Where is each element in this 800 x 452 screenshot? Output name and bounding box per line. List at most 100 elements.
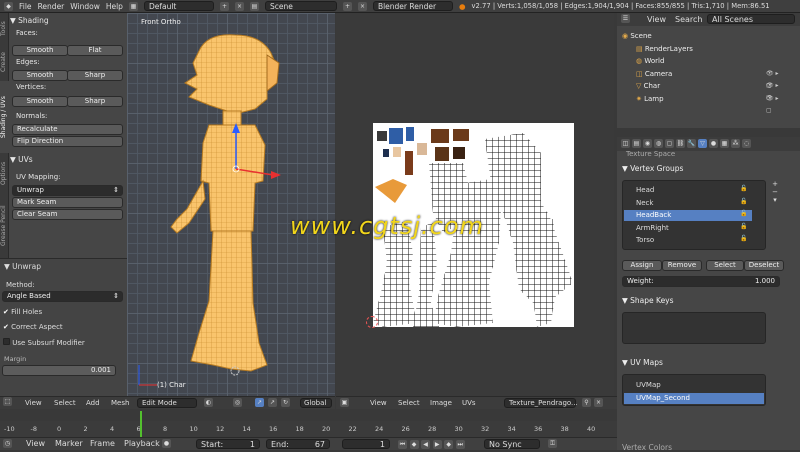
remove-icon[interactable]: − bbox=[770, 188, 780, 196]
scene-icon[interactable]: ▤ bbox=[249, 1, 259, 11]
character-mesh[interactable] bbox=[127, 13, 335, 396]
timeline-view-menu[interactable]: View bbox=[26, 439, 45, 448]
unwrap-menu-button[interactable]: Unwrap ⇕ bbox=[12, 185, 123, 196]
start-frame-field[interactable]: Start: 1 bbox=[196, 439, 260, 449]
remove-layout-icon[interactable]: × bbox=[234, 1, 244, 11]
physics-tab-icon[interactable]: ◌ bbox=[742, 139, 751, 148]
unwrap-operator-header[interactable]: ▼ Unwrap bbox=[4, 262, 41, 271]
data-tab-icon[interactable]: ▽ bbox=[698, 139, 707, 148]
pin-icon[interactable]: ⚲ bbox=[582, 398, 591, 407]
editor-type-icon[interactable]: ⬚ bbox=[3, 397, 12, 406]
tab-tools[interactable]: Tools bbox=[0, 15, 9, 43]
timeline-playback-menu[interactable]: Playback bbox=[124, 439, 160, 448]
x-axis-arrow-icon[interactable] bbox=[271, 171, 281, 179]
tab-grease-pencil[interactable]: Grease Pencil bbox=[0, 193, 9, 259]
render-tab-icon[interactable]: ◫ bbox=[621, 139, 630, 148]
select-button[interactable]: Select bbox=[706, 260, 744, 271]
shading-panel-header[interactable]: ▼ Shading bbox=[10, 16, 49, 25]
correct-aspect-checkbox[interactable]: ✔ Correct Aspect bbox=[3, 323, 63, 331]
add-scene-icon[interactable]: + bbox=[342, 1, 352, 11]
timeline-frame-menu[interactable]: Frame bbox=[90, 439, 115, 448]
edges-smooth-button[interactable]: Smooth bbox=[12, 70, 68, 81]
vertex-group-item[interactable]: Neck bbox=[624, 198, 752, 209]
menu-file[interactable]: File bbox=[19, 2, 32, 11]
screen-layout-select[interactable]: Default bbox=[143, 1, 214, 11]
faces-flat-button[interactable]: Flat bbox=[67, 45, 123, 56]
texture-space-label[interactable]: Texture Space bbox=[626, 150, 675, 158]
viewport-mesh-menu[interactable]: Mesh bbox=[111, 397, 129, 409]
rotate-icon[interactable]: ↻ bbox=[281, 398, 290, 407]
editor-type-icon[interactable]: ◷ bbox=[3, 439, 12, 448]
lock-icon[interactable]: 🔓 bbox=[740, 185, 747, 192]
shape-keys-header[interactable]: ▼ Shape Keys bbox=[622, 296, 674, 305]
edges-sharp-button[interactable]: Sharp bbox=[67, 70, 123, 81]
texture-tab-icon[interactable]: ▦ bbox=[720, 139, 729, 148]
menu-help[interactable]: Help bbox=[106, 2, 123, 11]
chevron-down-icon[interactable]: ▾ bbox=[770, 196, 780, 204]
editor-type-icon[interactable]: ▣ bbox=[340, 398, 349, 407]
uv-image-editor[interactable] bbox=[336, 13, 614, 396]
scene-select[interactable]: Scene bbox=[264, 1, 337, 11]
prev-keyframe-icon[interactable]: ◆ bbox=[409, 440, 419, 449]
material-tab-icon[interactable]: ● bbox=[709, 139, 718, 148]
uv-map-item[interactable]: UVMap bbox=[624, 380, 764, 391]
vertex-group-item[interactable]: Torso bbox=[624, 235, 752, 246]
scene-tab-icon[interactable]: ◉ bbox=[643, 139, 652, 148]
world-tab-icon[interactable]: ◍ bbox=[654, 139, 663, 148]
lock-icon[interactable]: 🔓 bbox=[740, 223, 747, 230]
faces-smooth-button[interactable]: Smooth bbox=[12, 45, 68, 56]
close-icon[interactable]: × bbox=[594, 398, 603, 407]
timeline-marker-menu[interactable]: Marker bbox=[55, 439, 83, 448]
recalculate-button[interactable]: Recalculate bbox=[12, 124, 123, 135]
shape-keys-list[interactable] bbox=[622, 312, 766, 344]
render-engine-select[interactable]: Blender Render bbox=[372, 1, 453, 11]
add-icon[interactable]: + bbox=[770, 180, 780, 188]
outliner-item-scene[interactable]: ◉ Scene bbox=[618, 30, 780, 42]
3d-viewport[interactable]: Front Ortho (1) Char bbox=[127, 13, 335, 396]
vertex-group-item[interactable]: ArmRight bbox=[624, 223, 752, 234]
method-select[interactable]: Angle Based ⇕ bbox=[2, 291, 123, 302]
manipulator-icon[interactable]: ↗ bbox=[255, 398, 264, 407]
jump-start-icon[interactable]: ⏮ bbox=[398, 440, 407, 449]
viewport-view-menu[interactable]: View bbox=[25, 397, 42, 409]
blender-icon[interactable]: ◆ bbox=[4, 1, 13, 11]
tab-create[interactable]: Create bbox=[0, 45, 9, 79]
constraints-tab-icon[interactable]: ⛓ bbox=[676, 139, 685, 148]
screen-layout-icon[interactable]: ▦ bbox=[128, 1, 138, 11]
remove-button[interactable]: Remove bbox=[662, 260, 702, 271]
timeline-ruler[interactable] bbox=[0, 421, 617, 437]
mark-seam-button[interactable]: Mark Seam bbox=[12, 197, 123, 208]
uv-uvs-menu[interactable]: UVs bbox=[462, 397, 476, 409]
clear-seam-button[interactable]: Clear Seam bbox=[12, 209, 123, 220]
margin-field[interactable]: 0.001 bbox=[2, 365, 116, 376]
uvs-panel-header[interactable]: ▼ UVs bbox=[10, 155, 33, 164]
pivot-icon[interactable]: ◎ bbox=[233, 398, 242, 407]
uv-map-item[interactable]: UVMap_Second bbox=[624, 392, 764, 404]
remove-scene-icon[interactable]: × bbox=[357, 1, 367, 11]
vertices-sharp-button[interactable]: Sharp bbox=[67, 96, 123, 107]
outliner-view-menu[interactable]: View bbox=[647, 15, 666, 24]
orientation-select[interactable]: Global bbox=[300, 398, 332, 408]
translate-icon[interactable]: ↗ bbox=[268, 398, 277, 407]
end-frame-field[interactable]: End: 67 bbox=[266, 439, 330, 449]
particles-tab-icon[interactable]: ⁂ bbox=[731, 139, 740, 148]
menu-window[interactable]: Window bbox=[70, 2, 100, 11]
lock-icon[interactable]: 🔓 bbox=[740, 198, 747, 205]
uv-view-menu[interactable]: View bbox=[370, 397, 387, 409]
lock-icon[interactable]: 🔓 bbox=[740, 235, 747, 242]
tab-options[interactable]: Options bbox=[0, 155, 9, 191]
menu-render[interactable]: Render bbox=[38, 2, 65, 11]
play-icon[interactable]: ▶ bbox=[432, 440, 442, 449]
editor-type-icon[interactable]: ☰ bbox=[621, 14, 630, 23]
use-subsurf-checkbox[interactable]: Use Subsurf Modifier bbox=[3, 338, 85, 347]
outliner-item-camera[interactable]: ◫ Camera 👁 ▸ ▢ bbox=[618, 68, 780, 89]
keying-icon[interactable]: ⚿ bbox=[548, 439, 557, 448]
outliner-item-lamp[interactable]: ✷ Lamp 👁 ▸ ▢ bbox=[618, 93, 780, 114]
jump-end-icon[interactable]: ⏭ bbox=[455, 440, 465, 449]
visibility-icon[interactable]: 👁 ▸ ▢ bbox=[766, 93, 780, 117]
image-select[interactable]: Texture_Pendrago... bbox=[504, 398, 578, 408]
vertex-group-item[interactable]: HeadBack bbox=[624, 210, 752, 221]
mode-select[interactable]: Edit Mode bbox=[137, 398, 197, 408]
modifiers-tab-icon[interactable]: 🔧 bbox=[687, 139, 696, 148]
object-tab-icon[interactable]: ▢ bbox=[665, 139, 674, 148]
